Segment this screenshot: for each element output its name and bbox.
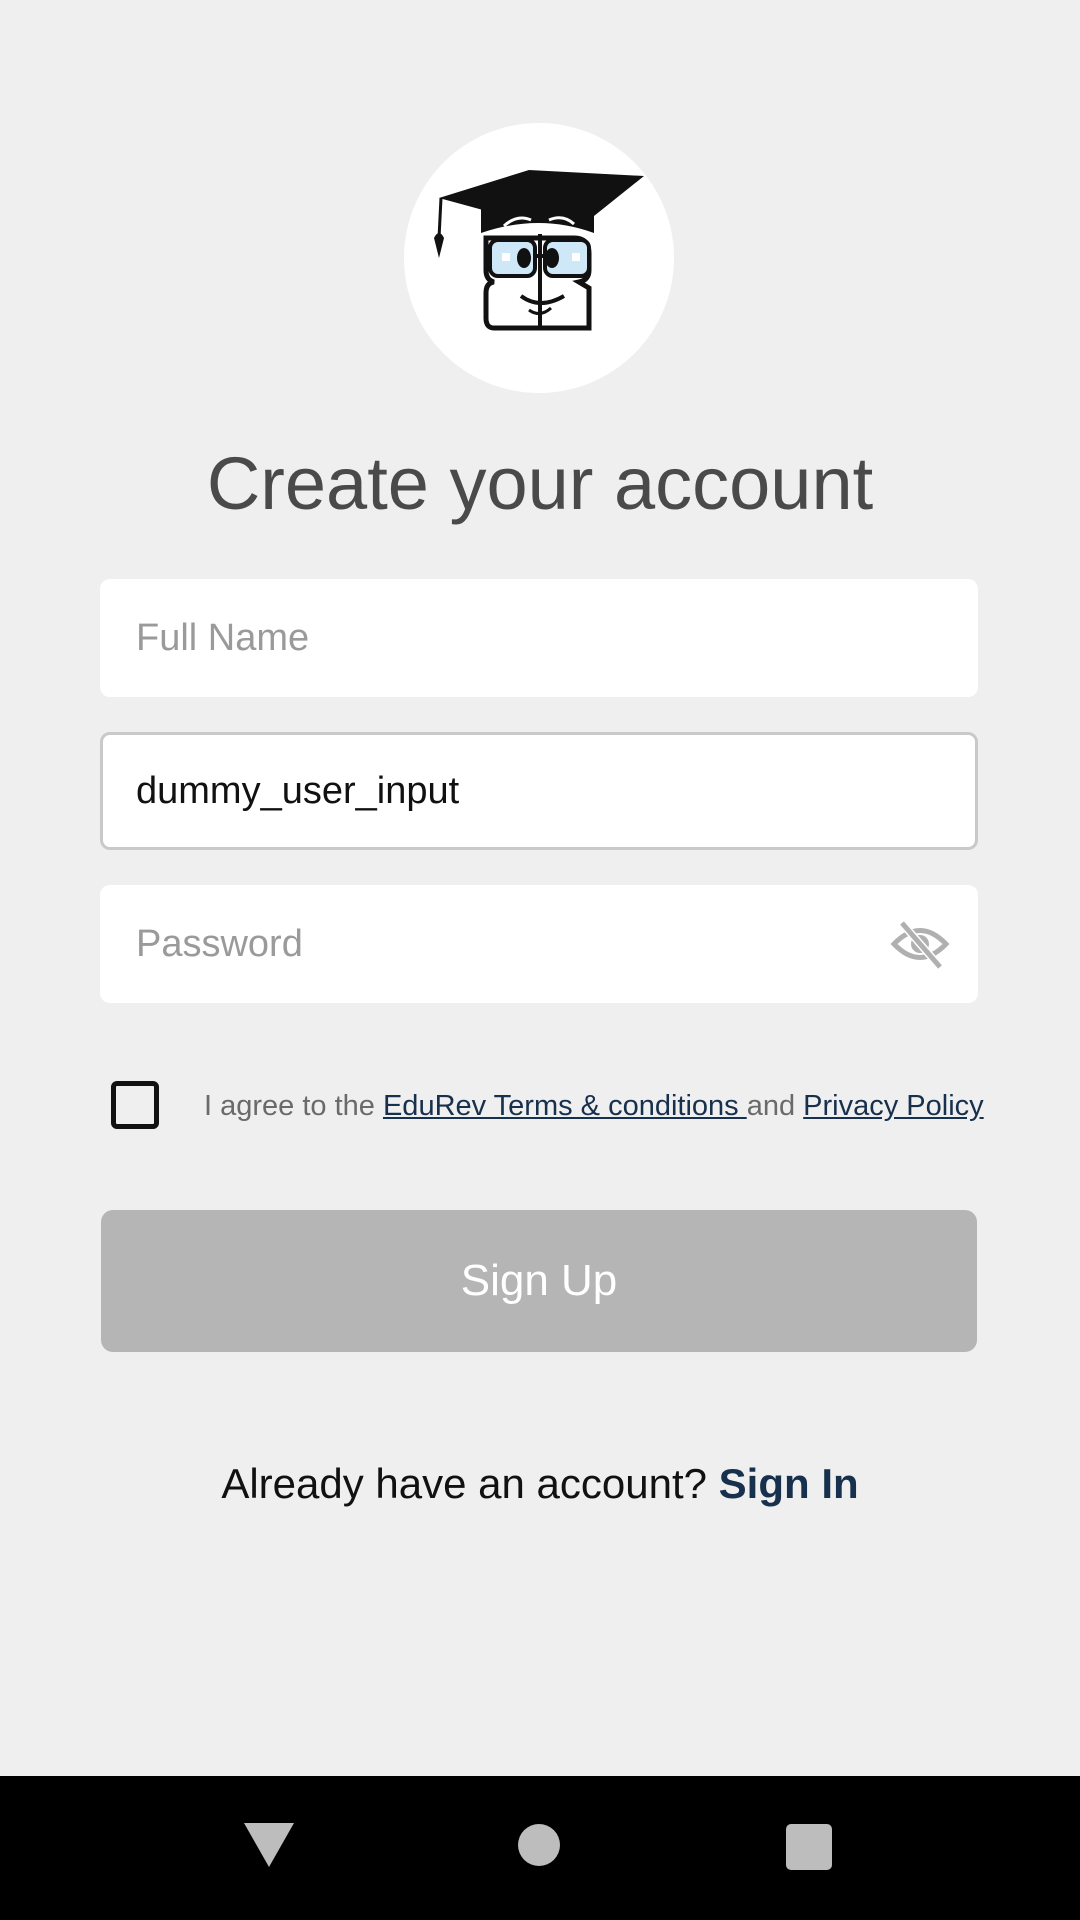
terms-link[interactable]: EduRev Terms & conditions (383, 1090, 747, 1122)
app-logo (404, 123, 674, 393)
username-field[interactable] (100, 732, 978, 850)
agree-checkbox[interactable] (111, 1081, 159, 1129)
system-navigation-bar (0, 1776, 1080, 1920)
sign-in-link[interactable]: Sign In (719, 1460, 859, 1507)
full-name-input[interactable] (136, 579, 896, 697)
privacy-policy-link[interactable]: Privacy Policy (803, 1090, 984, 1122)
username-input[interactable] (136, 735, 896, 847)
password-input[interactable] (136, 885, 896, 1003)
full-name-field[interactable] (100, 579, 978, 697)
sign-in-question: Already have an account? (221, 1460, 719, 1507)
edurev-mascot-icon (434, 170, 644, 331)
agreement-joiner: and (746, 1090, 804, 1122)
eye-off-icon[interactable] (890, 915, 950, 973)
recents-square-icon[interactable] (786, 1824, 832, 1870)
agreement-text: I agree to the EduRev Terms & conditions… (204, 1084, 984, 1128)
home-circle-icon[interactable] (518, 1824, 560, 1866)
agreement-prefix: I agree to the (204, 1090, 383, 1122)
back-triangle-icon[interactable] (244, 1823, 294, 1867)
page-title: Create your account (206, 442, 874, 525)
sign-up-button[interactable]: Sign Up (101, 1210, 977, 1352)
password-field[interactable] (100, 885, 978, 1003)
sign-in-prompt: Already have an account? Sign In (0, 1456, 1080, 1512)
